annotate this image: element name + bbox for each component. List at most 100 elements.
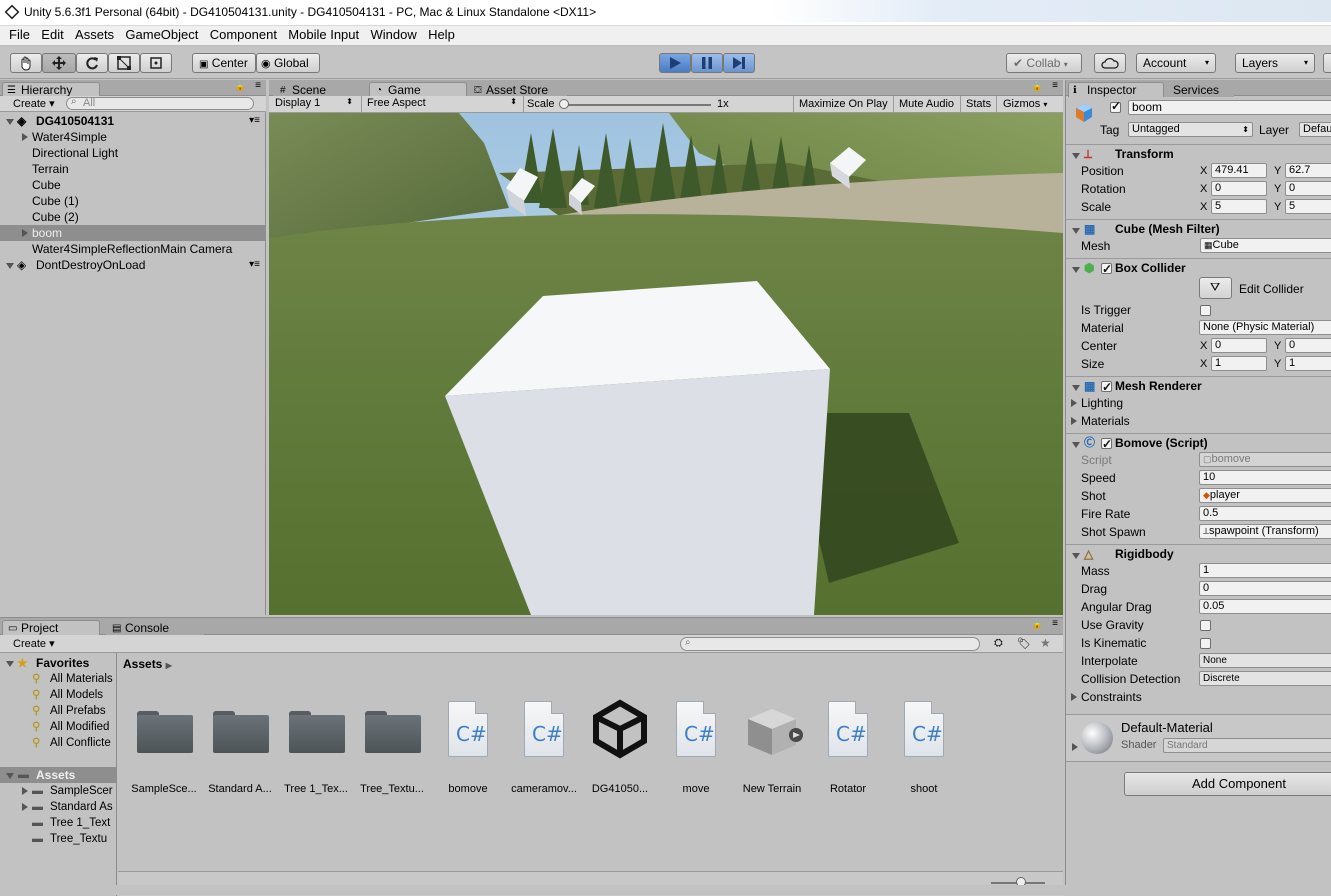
collapse-arrow-icon[interactable] (1072, 442, 1080, 448)
dontdestroy-root-row[interactable]: ◈ DontDestroyOnLoad ▾≡ (0, 257, 266, 273)
mass-field[interactable]: 1 (1199, 563, 1331, 578)
is-kinematic-checkbox[interactable] (1200, 638, 1211, 649)
asset-item-script[interactable]: C# Rotator (809, 673, 887, 795)
asset-item-folder[interactable]: SampleSce... (125, 673, 203, 795)
asset-item-script[interactable]: C# cameramov... (505, 673, 583, 795)
breadcrumb[interactable]: Assets ▶ (123, 657, 172, 671)
bomove-script-header[interactable]: Ⓒ Bomove (Script) (1066, 433, 1331, 454)
scene-menu-icon[interactable]: ▾≡ (249, 113, 260, 129)
scale-x-field[interactable]: 5 (1211, 199, 1267, 214)
asset-item-folder[interactable]: Tree 1_Tex... (277, 673, 355, 795)
constraints-row[interactable]: Constraints (1066, 688, 1331, 706)
asset-item-folder[interactable]: Standard A... (201, 673, 279, 795)
favorite-item[interactable]: ⚲ All Modified (0, 719, 117, 735)
lighting-row[interactable]: Lighting (1066, 394, 1331, 412)
size-y-field[interactable]: 1 (1285, 356, 1331, 371)
expand-arrow-icon[interactable] (1071, 693, 1077, 701)
mute-audio-toggle[interactable]: Mute Audio (899, 98, 954, 110)
transform-header[interactable]: ⟂ Transform (1066, 144, 1331, 164)
asset-item-scene[interactable]: DG41050... (581, 673, 659, 795)
collapse-arrow-icon[interactable] (1072, 267, 1080, 273)
asset-item-script[interactable]: C# shoot (885, 673, 963, 795)
menu-file[interactable]: File (9, 26, 30, 42)
favorites-header[interactable]: ★ Favorites (0, 655, 117, 671)
project-search-input[interactable]: ⌕ (680, 637, 980, 651)
project-create-button[interactable]: Create ▾ (13, 637, 55, 650)
asset-item-terrain[interactable]: New Terrain (733, 673, 811, 795)
mesh-field[interactable]: ▦Cube (1200, 238, 1331, 253)
game-viewport[interactable] (269, 113, 1063, 615)
hierarchy-item[interactable]: Water4SimpleReflectionMain Camera (0, 241, 266, 257)
maximize-on-play-toggle[interactable]: Maximize On Play (799, 98, 888, 110)
menu-help[interactable]: Help (428, 26, 455, 42)
hand-tool-button[interactable] (10, 53, 42, 73)
layers-dropdown[interactable]: Layers ▾ (1235, 53, 1315, 73)
expand-arrow-icon[interactable] (6, 263, 14, 269)
scale-slider-track[interactable] (563, 104, 711, 106)
rigidbody-header[interactable]: △ Rigidbody (1066, 544, 1331, 564)
expand-arrow-icon[interactable] (22, 229, 28, 237)
favorite-star-icon[interactable]: ★ (1040, 636, 1051, 650)
tag-dropdown[interactable]: Untagged ⬍ (1128, 122, 1253, 137)
center-x-field[interactable]: 0 (1211, 338, 1267, 353)
menu-assets[interactable]: Assets (75, 26, 114, 42)
expand-arrow-icon[interactable] (1071, 417, 1077, 425)
speed-field[interactable]: 10 (1199, 470, 1331, 485)
asset-folder-item[interactable]: ▬ Standard As (0, 799, 117, 815)
aspect-dropdown[interactable]: Free Aspect ⬍ (367, 97, 519, 112)
center-y-field[interactable]: 0 (1285, 338, 1331, 353)
favorite-item[interactable]: ⚲ All Conflicte (0, 735, 117, 751)
expand-arrow-icon[interactable] (22, 787, 28, 795)
expand-arrow-icon[interactable] (6, 119, 14, 125)
layout-dropdown[interactable] (1323, 53, 1331, 73)
shader-dropdown[interactable]: Standard (1163, 738, 1331, 753)
scale-y-field[interactable]: 5 (1285, 199, 1331, 214)
interpolate-dropdown[interactable]: None (1199, 653, 1331, 668)
expand-arrow-icon[interactable] (1071, 399, 1077, 407)
asset-item-folder[interactable]: Tree_Textu... (353, 673, 431, 795)
bomove-enabled-checkbox[interactable] (1101, 435, 1112, 454)
hierarchy-item[interactable]: Terrain (0, 161, 266, 177)
menu-mobile-input[interactable]: Mobile Input (288, 26, 359, 42)
layer-dropdown[interactable]: Defau (1299, 122, 1331, 137)
edit-collider-button[interactable]: ⛛ (1199, 277, 1232, 299)
account-dropdown[interactable]: Account ▾ (1136, 53, 1216, 73)
asset-folder-item[interactable]: ▬ Tree 1_Text (0, 815, 117, 831)
hierarchy-item[interactable]: Cube (0, 177, 266, 193)
gizmos-dropdown[interactable]: Gizmos ▾ (1003, 98, 1047, 110)
favorite-item[interactable]: ⚲ All Prefabs (0, 703, 117, 719)
collapse-arrow-icon[interactable] (6, 661, 14, 667)
hierarchy-search-input[interactable]: ⌕ All (66, 96, 254, 110)
object-active-checkbox[interactable] (1110, 99, 1121, 113)
hierarchy-create-button[interactable]: Create ▾ (13, 97, 55, 110)
lock-icon[interactable]: 🔒 (1032, 81, 1043, 92)
mesh-renderer-enabled-checkbox[interactable] (1101, 378, 1112, 397)
move-tool-button[interactable] (42, 53, 76, 73)
pivot-global-button[interactable]: ◉ Global (256, 53, 320, 73)
expand-arrow-icon[interactable] (22, 803, 28, 811)
asset-folder-item[interactable]: ▬ Tree_Textu (0, 831, 117, 847)
menu-gameobject[interactable]: GameObject (125, 26, 198, 42)
collapse-arrow-icon[interactable] (1072, 385, 1080, 391)
rect-tool-button[interactable] (140, 53, 172, 73)
scene-menu-icon[interactable]: ▾≡ (249, 257, 260, 273)
collapse-arrow-icon[interactable] (6, 773, 14, 779)
lock-icon[interactable]: 🔒 (235, 81, 246, 92)
rotation-x-field[interactable]: 0 (1211, 181, 1267, 196)
hierarchy-item[interactable]: Directional Light (0, 145, 266, 161)
menu-window[interactable]: Window (370, 26, 416, 42)
collapse-arrow-icon[interactable] (1072, 228, 1080, 234)
favorite-item[interactable]: ⚲ All Models (0, 687, 117, 703)
size-x-field[interactable]: 1 (1211, 356, 1267, 371)
lock-icon[interactable]: 🔒 (1032, 619, 1043, 630)
collider-material-field[interactable]: None (Physic Material) (1199, 320, 1331, 335)
shot-field[interactable]: ◆player (1199, 488, 1331, 503)
panel-menu-icon[interactable]: ≡ (1052, 618, 1058, 629)
box-collider-header[interactable]: ⬢ Box Collider (1066, 258, 1331, 279)
menu-edit[interactable]: Edit (41, 26, 63, 42)
use-gravity-checkbox[interactable] (1200, 620, 1211, 631)
rotation-y-field[interactable]: 0 (1285, 181, 1331, 196)
pivot-center-button[interactable]: ▣ Center (192, 53, 256, 73)
asset-item-script[interactable]: C# move (657, 673, 735, 795)
favorite-item[interactable]: ⚲ All Materials (0, 671, 117, 687)
